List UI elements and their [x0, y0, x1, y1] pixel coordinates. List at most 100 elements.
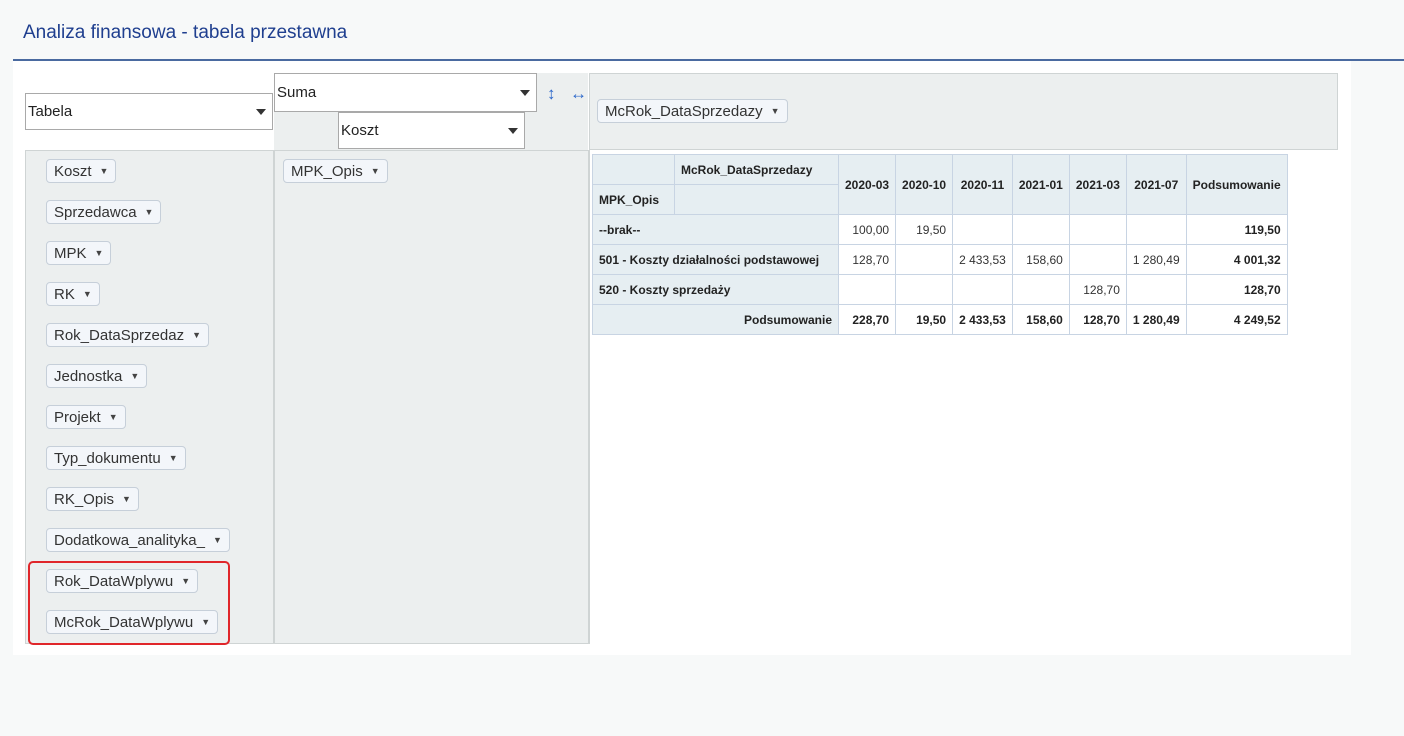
chevron-down-icon	[508, 127, 518, 134]
value-cell	[1068, 214, 1127, 245]
pivot-panel: Tabela Suma Koszt ↕ ↔ McRok_DataSprzedaz…	[13, 61, 1351, 655]
field-pill-label: Sprzedawca	[54, 203, 137, 221]
column-field-pill[interactable]: McRok_DataSprzedazy ▼	[597, 99, 788, 123]
field-pill-label: RK_Opis	[54, 490, 115, 508]
value-cell	[1125, 274, 1187, 305]
field-pill-label: Rok_DataSprzedaz	[54, 326, 185, 344]
col-header: 2020-10	[895, 154, 954, 215]
field-pill-sprzedawca[interactable]: Sprzedawca ▼	[46, 200, 162, 224]
triangle-down-icon[interactable]: ▼	[109, 412, 118, 422]
grand-total-cell: 4 249,52	[1185, 304, 1288, 335]
row-attr-label: MPK_Opis	[592, 184, 675, 215]
col-total-header: Podsumowanie	[1185, 154, 1288, 215]
field-pill-koszt[interactable]: Koszt ▼	[46, 159, 117, 183]
col-header: 2021-03	[1068, 154, 1127, 215]
row-field-pill[interactable]: MPK_Opis ▼	[283, 159, 388, 183]
value-cell: 19,50	[895, 214, 954, 245]
renderer-select[interactable]: Tabela	[25, 93, 273, 130]
row-field-label: MPK_Opis	[291, 162, 363, 180]
renderer-cell: Tabela	[25, 73, 287, 151]
totals-row: Podsumowanie 228,70 19,50 2 433,53 158,6…	[592, 304, 1288, 335]
triangle-down-icon[interactable]: ▼	[192, 330, 201, 340]
value-cell: 100,00	[837, 214, 897, 245]
page-title: Analiza finansowa - tabela przestawna	[23, 22, 348, 43]
row-total-cell: 4 001,32	[1185, 244, 1288, 275]
col-total-cell: 228,70	[837, 304, 897, 335]
field-pill-rok-datasprzedaz[interactable]: Rok_DataSprzedaz ▼	[46, 323, 209, 347]
field-pill-label: Dodatkowa_analityka_	[54, 531, 205, 549]
value-cell	[837, 274, 897, 305]
aggregator-select[interactable]: Suma	[274, 73, 537, 112]
field-pill-mpk[interactable]: MPK ▼	[46, 241, 112, 265]
renderer-select-value: Tabela	[28, 103, 73, 120]
value-cell: 128,70	[1068, 274, 1127, 305]
horizontal-arrows-icon[interactable]: ↔	[570, 85, 587, 102]
value-cell	[952, 274, 1013, 305]
totals-row-label: Podsumowanie	[592, 304, 839, 335]
value-cell: 128,70	[837, 244, 897, 275]
triangle-down-icon[interactable]: ▼	[130, 371, 139, 381]
value-cell	[1011, 214, 1070, 245]
field-pill-projekt[interactable]: Projekt ▼	[46, 405, 126, 429]
aggregator-field-select[interactable]: Koszt	[338, 112, 525, 149]
empty-header-cell	[674, 184, 839, 215]
table-row: 520 - Koszty sprzedaży 128,70 128,70	[592, 274, 1288, 305]
field-pill-jednostka[interactable]: Jednostka ▼	[46, 364, 148, 388]
chevron-down-icon	[256, 108, 266, 115]
corner-cell	[592, 154, 675, 185]
row-label: 520 - Koszty sprzedaży	[592, 274, 839, 305]
col-header: 2020-11	[952, 154, 1013, 215]
field-pill-dodatkowa-analityka[interactable]: Dodatkowa_analityka_ ▼	[46, 528, 230, 552]
column-fields-area[interactable]: McRok_DataSprzedazy ▼	[589, 73, 1338, 150]
triangle-down-icon[interactable]: ▼	[771, 106, 780, 116]
value-cell	[1125, 214, 1187, 245]
col-total-cell: 2 433,53	[952, 304, 1013, 335]
field-pill-label: RK	[54, 285, 75, 303]
col-total-cell: 19,50	[895, 304, 954, 335]
triangle-down-icon[interactable]: ▼	[169, 453, 178, 463]
col-attr-label: McRok_DataSprzedazy	[674, 154, 839, 185]
field-pill-rk[interactable]: RK ▼	[46, 282, 100, 306]
value-cell: 1 280,49	[1125, 244, 1187, 275]
vertical-arrows-icon[interactable]: ↕	[547, 85, 556, 102]
triangle-down-icon[interactable]: ▼	[95, 248, 104, 258]
chevron-down-icon	[520, 89, 530, 96]
value-cell: 158,60	[1011, 244, 1070, 275]
row-label: --brak--	[592, 214, 839, 245]
value-cell	[895, 274, 954, 305]
row-label: 501 - Koszty działalności podstawowej	[592, 244, 839, 275]
triangle-down-icon[interactable]: ▼	[371, 166, 380, 176]
col-total-cell: 1 280,49	[1125, 304, 1187, 335]
column-field-label: McRok_DataSprzedazy	[605, 102, 763, 120]
triangle-down-icon[interactable]: ▼	[145, 207, 154, 217]
aggregator-cell: Suma Koszt ↕ ↔	[274, 73, 588, 151]
field-pill-typ-dokumentu[interactable]: Typ_dokumentu ▼	[46, 446, 186, 470]
value-cell	[1068, 244, 1127, 275]
col-total-cell: 158,60	[1011, 304, 1070, 335]
triangle-down-icon[interactable]: ▼	[213, 535, 222, 545]
row-fields-area[interactable]: MPK_Opis ▼	[274, 150, 589, 644]
table-row: --brak-- 100,00 19,50 119,50	[592, 214, 1288, 245]
aggregator-select-value: Suma	[277, 84, 317, 101]
col-header: 2021-07	[1125, 154, 1187, 215]
table-row: 501 - Koszty działalności podstawowej 12…	[592, 244, 1288, 275]
col-header: 2020-03	[837, 154, 897, 215]
row-total-cell: 128,70	[1185, 274, 1288, 305]
row-total-cell: 119,50	[1185, 214, 1288, 245]
triangle-down-icon[interactable]: ▼	[100, 166, 109, 176]
field-pill-label: MPK	[54, 244, 87, 262]
value-cell	[952, 214, 1013, 245]
value-cell	[1011, 274, 1070, 305]
field-pill-rk-opis[interactable]: RK_Opis ▼	[46, 487, 139, 511]
field-pill-label: Koszt	[54, 162, 92, 180]
field-pill-label: Projekt	[54, 408, 101, 426]
triangle-down-icon[interactable]: ▼	[122, 494, 131, 504]
highlight-box	[28, 561, 230, 645]
col-total-cell: 128,70	[1068, 304, 1127, 335]
triangle-down-icon[interactable]: ▼	[83, 289, 92, 299]
col-header: 2021-01	[1011, 154, 1070, 215]
value-cell: 2 433,53	[952, 244, 1013, 275]
pivot-table: McRok_DataSprzedazy 2020-03 2020-10 2020…	[592, 154, 1288, 335]
aggregator-field-value: Koszt	[341, 122, 379, 139]
field-pill-label: Jednostka	[54, 367, 123, 385]
